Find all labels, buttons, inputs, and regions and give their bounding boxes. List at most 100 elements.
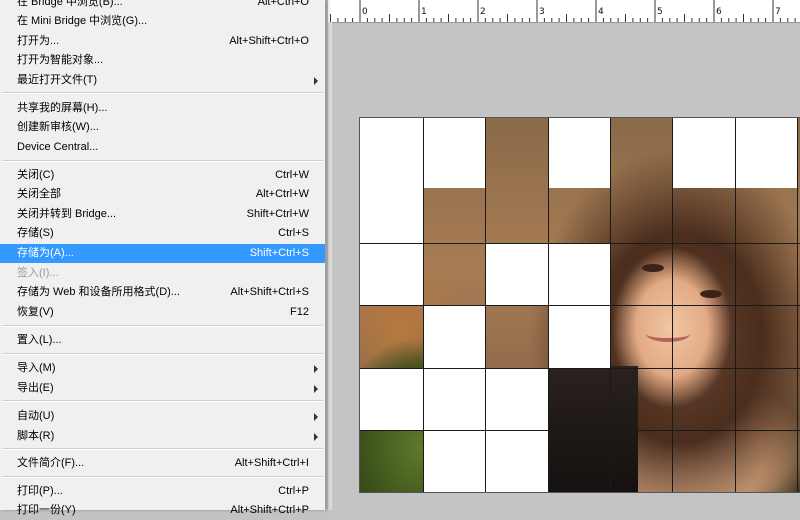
ruler-label: 6 bbox=[716, 7, 722, 17]
submenu-arrow-icon bbox=[314, 365, 318, 373]
menu-item-shortcut: Ctrl+P bbox=[278, 485, 309, 497]
menu-item-label: 恢复(V) bbox=[17, 306, 54, 318]
menu-item-label: 打印(P)... bbox=[17, 485, 63, 497]
menu-item-label: 存储(S) bbox=[17, 227, 54, 239]
menu-item-shortcut: Alt+Ctrl+W bbox=[255, 188, 309, 200]
menu-item-open-as[interactable]: 打开为... Alt+Shift+Ctrl+O bbox=[0, 32, 325, 51]
menu-item-shortcut: Shift+Ctrl+W bbox=[246, 208, 309, 220]
menu-item-open-recent[interactable]: 最近打开文件(T) bbox=[0, 71, 325, 90]
menu-item-shortcut: Ctrl+W bbox=[275, 169, 309, 181]
blank-tile bbox=[548, 243, 610, 305]
submenu-arrow-icon bbox=[314, 385, 318, 393]
blank-tile bbox=[360, 368, 548, 430]
blank-tile bbox=[360, 243, 423, 305]
blank-tile bbox=[485, 430, 548, 492]
menu-item-save-as[interactable]: 存储为(A)... Shift+Ctrl+S bbox=[0, 244, 325, 263]
menu-item-open-as-smart-object[interactable]: 打开为智能对象... bbox=[0, 51, 325, 70]
menu-item-close-and-go-to-bridge[interactable]: 关闭并转到 Bridge... Shift+Ctrl+W bbox=[0, 205, 325, 224]
submenu-arrow-icon bbox=[314, 413, 318, 421]
menu-separator bbox=[2, 448, 323, 450]
menu-item-label: 打开为... bbox=[17, 35, 60, 47]
menu-item-automate[interactable]: 自动(U) bbox=[0, 407, 325, 426]
menu-item-label: Device Central... bbox=[17, 141, 99, 153]
menu-item-shortcut: Alt+Shift+Ctrl+I bbox=[234, 457, 309, 469]
menu-item-label: 文件简介(F)... bbox=[17, 457, 85, 469]
menu-item-print-one-copy[interactable]: 打印一份(Y) Alt+Shift+Ctrl+P bbox=[0, 501, 325, 520]
menu-separator bbox=[2, 353, 323, 355]
menu-item-shortcut: F12 bbox=[290, 306, 309, 318]
menu-item-label: 打印一份(Y) bbox=[17, 504, 76, 516]
menu-item-create-review[interactable]: 创建新审核(W)... bbox=[0, 118, 325, 137]
menu-separator bbox=[2, 476, 323, 478]
ruler-label: 7 bbox=[775, 7, 781, 17]
menu-item-label: 打开为智能对象... bbox=[17, 54, 104, 66]
grid-line bbox=[360, 368, 800, 369]
grid-line bbox=[360, 243, 800, 244]
vertical-ruler[interactable] bbox=[328, 22, 332, 510]
ruler-ticks bbox=[330, 0, 796, 22]
menu-separator bbox=[2, 92, 323, 94]
menu-item-browse-in-bridge[interactable]: 在 Bridge 中浏览(B)... Alt+Ctrl+O bbox=[0, 0, 325, 12]
menu-item-label: 自动(U) bbox=[17, 410, 55, 422]
menu-item-label: 共享我的屏幕(H)... bbox=[17, 102, 108, 114]
menu-item-save[interactable]: 存储(S) Ctrl+S bbox=[0, 224, 325, 243]
menu-item-shortcut: Alt+Shift+Ctrl+O bbox=[229, 35, 309, 47]
ruler-label: 0 bbox=[362, 7, 368, 17]
blank-tile bbox=[423, 430, 485, 492]
menu-item-label: 关闭并转到 Bridge... bbox=[17, 208, 117, 220]
menu-item-label: 签入(I)... bbox=[17, 267, 59, 279]
menu-item-shortcut: Ctrl+S bbox=[278, 227, 309, 239]
menu-separator bbox=[2, 400, 323, 402]
photo-eye-left bbox=[642, 264, 664, 272]
menu-item-label: 置入(L)... bbox=[17, 334, 62, 346]
menu-item-label: 导出(E) bbox=[17, 382, 54, 394]
menu-item-shortcut: Shift+Ctrl+S bbox=[249, 247, 309, 259]
menu-item-close-all[interactable]: 关闭全部 Alt+Ctrl+W bbox=[0, 185, 325, 204]
blank-tile bbox=[548, 305, 610, 368]
menu-item-share-screen[interactable]: 共享我的屏幕(H)... bbox=[0, 99, 325, 118]
menu-item-scripts[interactable]: 脚本(R) bbox=[0, 427, 325, 446]
horizontal-ruler[interactable]: 0 1 2 3 4 5 6 7 bbox=[328, 0, 800, 23]
menu-item-revert[interactable]: 恢复(V) F12 bbox=[0, 303, 325, 322]
menu-item-label: 存储为 Web 和设备所用格式(D)... bbox=[17, 286, 180, 298]
menu-item-import[interactable]: 导入(M) bbox=[0, 359, 325, 378]
menu-item-place[interactable]: 置入(L)... bbox=[0, 331, 325, 350]
menu-item-browse-in-mini-bridge[interactable]: 在 Mini Bridge 中浏览(G)... bbox=[0, 12, 325, 31]
menu-item-shortcut: Alt+Shift+Ctrl+S bbox=[230, 286, 309, 298]
menu-item-label: 在 Mini Bridge 中浏览(G)... bbox=[17, 15, 148, 27]
grid-line bbox=[360, 430, 800, 431]
menu-item-export[interactable]: 导出(E) bbox=[0, 379, 325, 398]
menu-item-file-info[interactable]: 文件简介(F)... Alt+Shift+Ctrl+I bbox=[0, 454, 325, 473]
menu-item-shortcut: Alt+Ctrl+O bbox=[257, 0, 309, 8]
menu-item-label: 最近打开文件(T) bbox=[17, 74, 98, 86]
ruler-label: 2 bbox=[480, 7, 486, 17]
menu-item-close[interactable]: 关闭(C) Ctrl+W bbox=[0, 166, 325, 185]
submenu-arrow-icon bbox=[314, 433, 318, 441]
menu-item-print[interactable]: 打印(P)... Ctrl+P bbox=[0, 482, 325, 501]
ruler-label: 3 bbox=[539, 7, 545, 17]
menu-item-label: 脚本(R) bbox=[17, 430, 55, 442]
menu-item-shortcut: Alt+Shift+Ctrl+P bbox=[230, 504, 309, 516]
menu-item-label: 关闭全部 bbox=[17, 188, 61, 200]
menu-separator bbox=[2, 160, 323, 162]
ruler-label: 5 bbox=[657, 7, 663, 17]
menu-item-label: 导入(M) bbox=[17, 362, 56, 374]
file-menu: 在 Bridge 中浏览(B)... Alt+Ctrl+O 在 Mini Bri… bbox=[0, 0, 326, 516]
submenu-arrow-icon bbox=[314, 77, 318, 85]
menu-item-label: 在 Bridge 中浏览(B)... bbox=[17, 0, 123, 8]
menu-item-save-for-web[interactable]: 存储为 Web 和设备所用格式(D)... Alt+Shift+Ctrl+S bbox=[0, 283, 325, 302]
ruler-label: 1 bbox=[421, 7, 427, 17]
photo-mouth bbox=[646, 326, 690, 342]
menu-item-device-central[interactable]: Device Central... bbox=[0, 138, 325, 157]
blank-tile bbox=[548, 118, 610, 188]
grid-line bbox=[360, 305, 800, 306]
ruler-label: 4 bbox=[598, 7, 604, 17]
blank-tile bbox=[485, 243, 548, 305]
menu-item-check-in: 签入(I)... bbox=[0, 264, 325, 283]
photo-eye-right bbox=[700, 290, 722, 298]
menu-item-label: 创建新审核(W)... bbox=[17, 121, 99, 133]
document-canvas[interactable] bbox=[359, 117, 800, 493]
menu-item-label: 存储为(A)... bbox=[17, 247, 74, 259]
photo-shoulder bbox=[548, 366, 638, 492]
menu-item-label: 关闭(C) bbox=[17, 169, 55, 181]
